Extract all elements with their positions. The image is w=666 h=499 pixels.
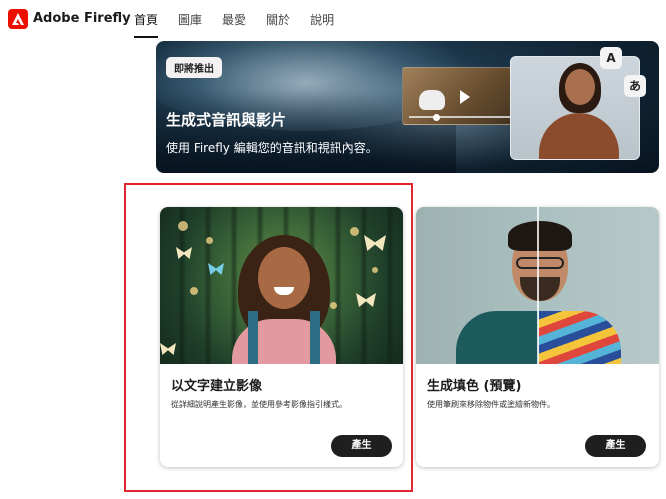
nav-item-favorites[interactable]: 最愛 [222, 0, 246, 40]
person-face [565, 69, 595, 105]
language-bubble-icon: A [600, 47, 622, 69]
highlight-box [124, 183, 413, 492]
play-icon [460, 90, 470, 104]
promo-banner-audio-video[interactable]: 即將推出 生成式音訊與影片 使用 Firefly 編輯您的音訊和視訊內容。 A … [156, 41, 659, 173]
banner-title: 生成式音訊與影片 [166, 111, 287, 129]
card-title: 生成填色 (預覽) [427, 379, 522, 394]
brand-name[interactable]: Adobe Firefly [33, 11, 131, 26]
card-description: 使用筆刷來移除物件或塗繪新物件。 [427, 400, 555, 409]
cat-image [419, 90, 445, 110]
nav-item-about[interactable]: 關於 [266, 0, 290, 40]
man-portrait-image [416, 207, 659, 364]
man-sweater-original [456, 311, 538, 364]
main-nav: 首頁 圖庫 最愛 關於 說明 [134, 0, 354, 40]
coming-soon-badge: 即將推出 [166, 57, 222, 78]
before-after-divider [537, 207, 539, 364]
banner-subtitle: 使用 Firefly 編輯您的音訊和視訊內容。 [166, 141, 378, 155]
video-scrubber [409, 116, 521, 118]
person-body [539, 113, 619, 159]
scrubber-knob [433, 114, 440, 121]
adobe-logo-icon[interactable] [8, 9, 28, 29]
glasses-icon [516, 257, 564, 269]
feature-card-generative-fill[interactable]: 生成填色 (預覽) 使用筆刷來移除物件或塗繪新物件。 產生 [416, 207, 659, 467]
nav-item-help[interactable]: 說明 [310, 0, 334, 40]
man-sweater-filled [539, 311, 621, 364]
nav-item-gallery[interactable]: 圖庫 [178, 0, 202, 40]
person-video-thumbnail [510, 56, 640, 160]
man-hair [508, 221, 572, 251]
nav-item-home[interactable]: 首頁 [134, 0, 159, 40]
top-nav-bar: Adobe Firefly 首頁 圖庫 最愛 關於 說明 [0, 0, 666, 40]
generate-button[interactable]: 產生 [585, 435, 646, 457]
language-bubble-icon: あ [624, 75, 646, 97]
